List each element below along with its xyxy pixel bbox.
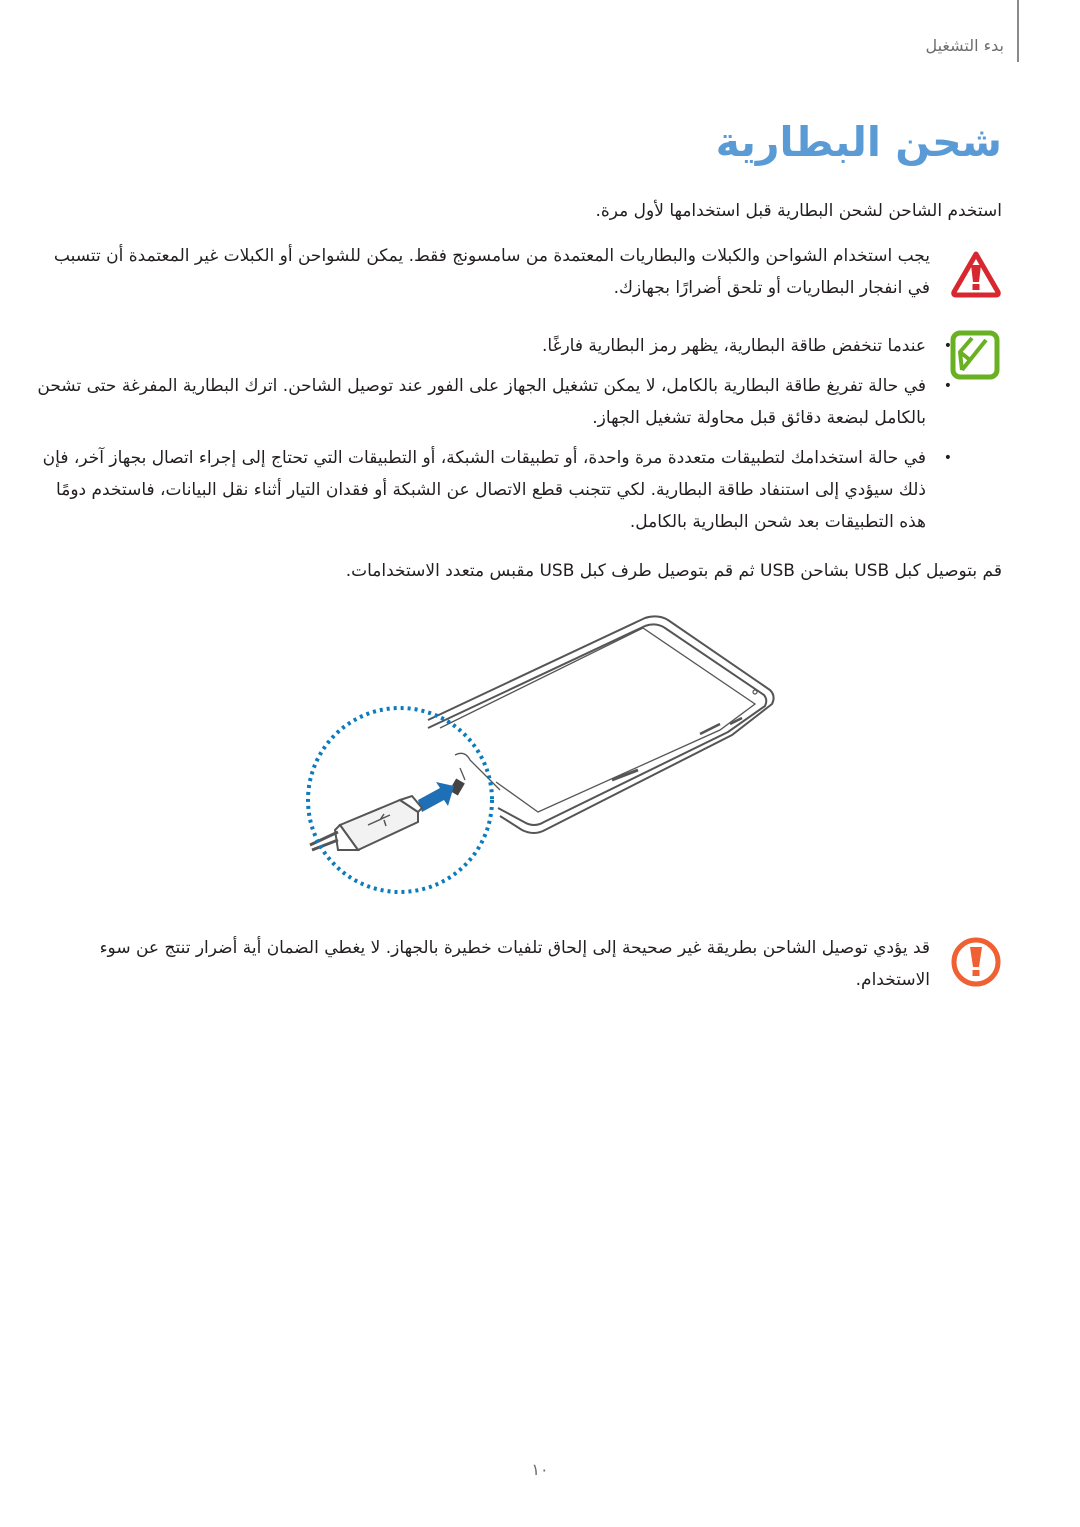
page-number: ١٠: [531, 1460, 549, 1479]
note-bullet: في حالة تفريغ طاقة البطارية بالكامل، لا …: [30, 370, 954, 434]
instruction-paragraph: قم بتوصيل كبل USB بشاحن USB ثم قم بتوصيل…: [345, 561, 1002, 581]
tablet-charging-illustration: [300, 600, 780, 920]
intro-paragraph: استخدم الشاحن لشحن البطارية قبل استخدامه…: [595, 201, 1002, 221]
warning-triangle-icon: [950, 250, 1002, 302]
caution-exclamation-icon: [950, 936, 1002, 988]
usb-plug: [309, 794, 424, 852]
header-divider: [1017, 0, 1019, 62]
note-pencil-icon: [950, 330, 1002, 382]
note-bullet: في حالة استخدامك لتطبيقات متعددة مرة واح…: [30, 442, 954, 538]
warning-text: يجب استخدام الشواحن والكبلات والبطاريات …: [53, 246, 930, 298]
section-label: بدء التشغيل: [925, 36, 1004, 55]
tablet-outline: [427, 615, 775, 834]
note-bullet: عندما تنخفض طاقة البطارية، يظهر رمز البط…: [30, 330, 954, 362]
note-bullet-list: عندما تنخفض طاقة البطارية، يظهر رمز البط…: [30, 330, 954, 538]
insert-arrow: [418, 782, 454, 812]
caution-text: قد يؤدي توصيل الشاحن بطريقة غير صحيحة إل…: [99, 938, 930, 990]
page-title: شحن البطارية: [715, 118, 1002, 166]
